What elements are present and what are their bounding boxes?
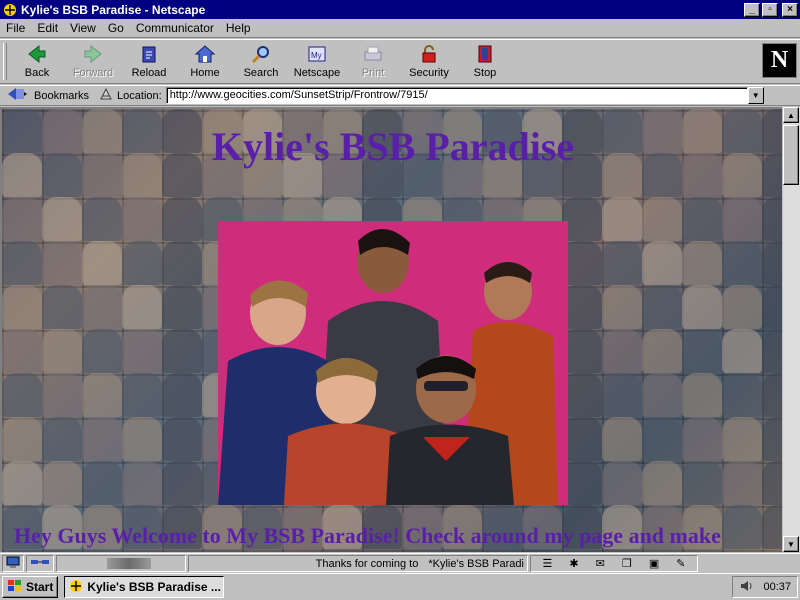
menu-bar: File Edit View Go Communicator Help — [0, 19, 800, 38]
title-bar: Kylie's BSB Paradise - Netscape _ ▫ × — [0, 0, 800, 19]
home-label: Home — [190, 67, 220, 79]
stop-label: Stop — [473, 67, 497, 79]
welcome-message: Hey Guys Welcome to My BSB Paradise! Che… — [14, 523, 721, 548]
bookmarks-label: Bookmarks — [34, 89, 90, 102]
chevron-down-icon: ▼ — [751, 91, 760, 100]
netscape-label: Netscape — [293, 67, 341, 79]
forward-label: Forward — [72, 67, 114, 79]
location-label-group: Location: — [99, 87, 162, 104]
print-button[interactable]: Print — [345, 40, 401, 82]
arrow-down-icon: ▼ — [787, 539, 795, 549]
search-icon — [250, 43, 272, 65]
svg-text:My: My — [311, 51, 322, 60]
system-tray: 00:37 — [732, 576, 798, 598]
padlock-icon — [418, 43, 440, 65]
speaker-icon[interactable] — [739, 579, 753, 596]
maximize-button[interactable]: ▫ — [762, 2, 778, 17]
connection-status[interactable] — [26, 555, 54, 572]
status-text-box: Thanks for coming to *Kylie's BSB Paradi — [188, 555, 528, 572]
reload-button[interactable]: Reload — [121, 40, 177, 82]
printer-icon — [362, 43, 384, 65]
taskbar-netscape-window[interactable]: Kylie's BSB Paradise ... — [64, 576, 225, 598]
computer-icon — [6, 556, 20, 571]
forward-button[interactable]: Forward — [65, 40, 121, 82]
url-dropdown-button[interactable]: ▼ — [747, 87, 764, 104]
menu-file[interactable]: File — [0, 21, 31, 35]
forward-arrow-icon — [82, 43, 104, 65]
menu-edit[interactable]: Edit — [31, 21, 64, 35]
url-input[interactable]: http://www.geocities.com/SunsetStrip/Fro… — [165, 87, 748, 104]
netscape-button[interactable]: My Netscape — [289, 40, 345, 82]
pen-icon[interactable]: ✎ — [676, 557, 685, 570]
bookmark-icon — [6, 86, 28, 105]
my-netscape-icon: My — [306, 43, 328, 65]
back-button[interactable]: Back — [9, 40, 65, 82]
navigator-icon[interactable]: ☰ — [543, 557, 553, 570]
component-bar: ☰ ✱ ✉ ❐ ▣ ✎ — [530, 555, 698, 572]
start-label: Start — [26, 580, 54, 594]
print-label: Print — [361, 67, 385, 79]
toolbar-grip[interactable] — [3, 43, 7, 80]
search-label: Search — [243, 67, 279, 79]
netscape-logo[interactable]: N — [762, 43, 797, 78]
menu-go[interactable]: Go — [102, 21, 130, 35]
task-label: Kylie's BSB Paradise ... — [87, 580, 221, 594]
page-proxy-icon[interactable] — [99, 87, 113, 104]
location-label: Location: — [117, 89, 162, 102]
page-content: Kylie's BSB Paradise Hey Guys Welcome to — [0, 107, 782, 552]
reload-label: Reload — [131, 67, 167, 79]
clock[interactable]: 00:37 — [763, 581, 791, 593]
netscape-icon — [2, 2, 18, 18]
home-icon — [194, 43, 216, 65]
windows-logo-icon — [7, 579, 23, 596]
security-status[interactable] — [2, 555, 24, 572]
status-message: Thanks for coming to — [315, 557, 419, 570]
navigation-toolbar: Back Forward Reload Home Search My Netsc… — [0, 39, 800, 84]
mail-icon[interactable]: ✉ — [596, 557, 605, 570]
scrollbar-thumb[interactable] — [783, 125, 799, 185]
status-marquee: *Kylie's BSB Paradi — [428, 557, 524, 570]
menu-communicator[interactable]: Communicator — [130, 21, 220, 35]
page-title: Kylie's BSB Paradise — [211, 124, 575, 169]
plug-icon — [30, 557, 50, 570]
location-bar: Bookmarks Location: http://www.geocities… — [0, 85, 800, 106]
composer-icon[interactable]: ▣ — [649, 557, 659, 570]
window-title: Kylie's BSB Paradise - Netscape — [21, 2, 206, 17]
menu-help[interactable]: Help — [220, 21, 257, 35]
close-button[interactable]: × — [782, 2, 798, 17]
scroll-down-button[interactable]: ▼ — [783, 536, 799, 552]
band-photo — [218, 221, 568, 505]
vertical-scrollbar[interactable]: ▲ ▼ — [782, 107, 800, 552]
progress-bar — [56, 555, 186, 572]
menu-view[interactable]: View — [64, 21, 102, 35]
home-button[interactable]: Home — [177, 40, 233, 82]
status-bar: Thanks for coming to *Kylie's BSB Paradi… — [0, 553, 800, 573]
taskbar: Start Kylie's BSB Paradise ... 00:37 — [0, 573, 800, 600]
minimize-button[interactable]: _ — [744, 2, 760, 17]
stop-icon — [474, 43, 496, 65]
progress-fill — [107, 558, 151, 569]
search-button[interactable]: Search — [233, 40, 289, 82]
security-button[interactable]: Security — [401, 40, 457, 82]
security-label: Security — [409, 67, 449, 79]
arrow-up-icon: ▲ — [787, 110, 795, 120]
back-arrow-icon — [26, 43, 48, 65]
compass-icon[interactable]: ✱ — [569, 557, 578, 570]
netscape-task-icon — [69, 579, 83, 596]
start-button[interactable]: Start — [2, 576, 59, 598]
scroll-up-button[interactable]: ▲ — [783, 107, 799, 123]
discussion-icon[interactable]: ❐ — [622, 557, 632, 570]
bookmarks-button[interactable]: Bookmarks — [0, 86, 89, 105]
stop-button[interactable]: Stop — [457, 40, 513, 82]
back-label: Back — [24, 67, 50, 79]
reload-icon — [138, 43, 160, 65]
